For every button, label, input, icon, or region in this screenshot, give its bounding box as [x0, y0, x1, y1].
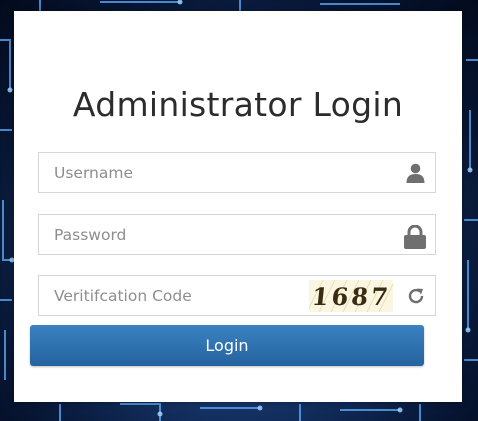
verification-field[interactable]: 1687: [38, 275, 436, 316]
lock-icon: [404, 224, 426, 253]
page-title: Administrator Login: [72, 85, 404, 124]
password-input[interactable]: [39, 215, 435, 254]
captcha-image[interactable]: 1687: [309, 280, 393, 312]
password-field[interactable]: [38, 214, 436, 255]
captcha-text: 1687: [310, 281, 392, 311]
login-button[interactable]: Login: [30, 325, 424, 366]
refresh-icon[interactable]: [407, 287, 425, 305]
username-field[interactable]: [38, 152, 436, 193]
user-icon: [406, 163, 425, 187]
username-input[interactable]: [39, 153, 435, 192]
